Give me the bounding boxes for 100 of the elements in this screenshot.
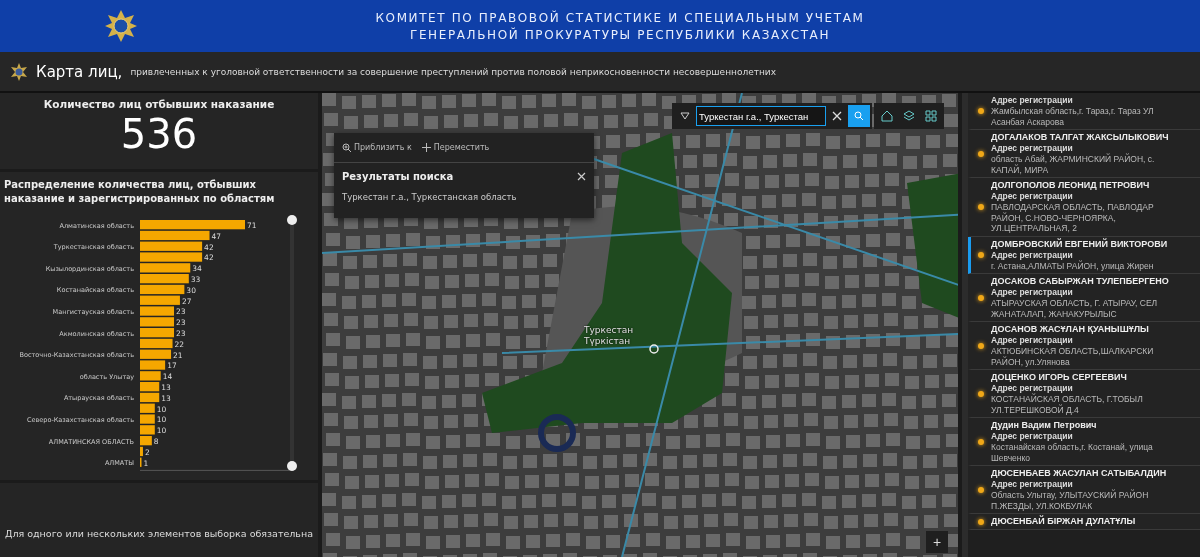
address-text: РАЙОН, С.НОВО-ЧЕРНОЯРКА, [991, 212, 1116, 223]
person-name: ДОСАКОВ САБЫРЖАН ТУЛЕПБЕРГЕНО [991, 276, 1169, 287]
search-result[interactable]: Туркестан г.а., Туркестанская область [334, 186, 594, 218]
zoom-in-button[interactable]: + [926, 531, 948, 553]
person-name: ДОСАНОВ ЖАСҰЛАН ҚУАНЫШҰЛЫ [991, 324, 1150, 335]
address-label: Адрес регистрации [991, 479, 1074, 489]
bar [140, 392, 160, 403]
bar [140, 382, 160, 392]
home-icon [881, 110, 893, 122]
bar [140, 371, 161, 381]
person-list-item[interactable]: ДОЛГОПОЛОВ ЛЕОНИД ПЕТРОВИЧ Адрес регистрации ПАВЛОДАРСКАЯ ОБЛАСТЬ, ПАВЛОДАР РАЙОН, С.НОВО-ЧЕРНОЯРКА, УЛ.ЦЕНТРАЛЬНАЯ, 2 [968, 178, 1200, 237]
map-label: Туркестан [584, 325, 634, 335]
popup-action[interactable]: Переместить [421, 143, 490, 152]
page-title: Карта лиц, [36, 62, 123, 81]
bar [140, 425, 155, 435]
address-text: Жамбылская область,г. Тараз,г. Тараз УЛ [991, 106, 1154, 117]
person-list-item[interactable]: ДОМБРОВСКИЙ ЕВГЕНИЙ ВИКТОРОВИ Адрес регистрации г. Астана,АЛМАТЫ РАЙОН, улица Жирен [968, 236, 1200, 274]
person-list-item[interactable]: Адрес регистрации Жамбылская область,г. Тараз,г. Тараз УЛ Асанбая Аскарова [968, 93, 1200, 130]
person-name: ДОЦЕНКО ИГОРЬ СЕРГЕЕВИЧ [991, 372, 1128, 383]
bar [140, 403, 155, 413]
marker-dot [978, 438, 984, 445]
search-icon [854, 111, 864, 121]
close-icon [832, 111, 842, 121]
address-text: ЖАНАТАЛАП, ЖАНАКУРЫЛЫС [991, 308, 1118, 319]
address-text: КАПАЙ, МИРА [991, 164, 1050, 175]
address-text: П.ЖЕЗДЫ, УЛ.КОКБУЛАК [991, 500, 1094, 511]
person-name: ДОМБРОВСКИЙ ЕВГЕНИЙ ВИКТОРОВИ [991, 238, 1168, 250]
caret-icon [680, 112, 690, 120]
header-title: КОМИТЕТ ПО ПРАВОВОЙ СТАТИСТИКЕ И СПЕЦИАЛЬНЫМ УЧЕТАМ [375, 10, 865, 25]
person-list-item[interactable]: ДОЦЕНКО ИГОРЬ СЕРГЕЕВИЧ Адрес регистрации КОСТАНАЙСКАЯ ОБЛАСТЬ, Г.ТОБЫЛ УЛ.ТЕРЕШКОВОЙ Д.4 [968, 370, 1200, 418]
address-text: Область Улытау, УЛЫТАУСКИЙ РАЙОН [991, 490, 1150, 501]
person-name: ДЮСЕНБАЕВ ЖАСУЛАН САТЫБАЛДИН [991, 468, 1167, 479]
marker-dot [978, 150, 984, 157]
location-marker-icon [649, 344, 659, 354]
person-name: ДОЛГОПОЛОВ ЛЕОНИД ПЕТРОВИЧ [991, 180, 1151, 191]
address-text: Асанбая Аскарова [991, 116, 1065, 127]
bar [140, 338, 173, 349]
address-text: УЛ.ЦЕНТРАЛЬНАЯ, 2 [991, 223, 1078, 234]
range-slider[interactable] [287, 215, 297, 471]
bar [140, 263, 191, 273]
bar [140, 284, 185, 295]
bar [140, 317, 174, 327]
marker-dot [978, 108, 984, 114]
address-text: ПАВЛОДАРСКАЯ ОБЛАСТЬ, ПАВЛОДАР [991, 202, 1154, 213]
map-drawing[interactable] [322, 93, 958, 557]
chart-title: Распределение количества лиц, отбывших наказание и зарегистрированных по областям [4, 178, 276, 206]
address-text: область Абай, ЖАРМИНСКИЙ РАЙОН, с. [991, 154, 1156, 164]
bar [140, 328, 174, 338]
address-text: Костанайская область,г. Костанай, улица [991, 442, 1153, 453]
marker-dot [978, 390, 984, 397]
popup-action[interactable]: Приблизить к [342, 143, 412, 152]
address-text: КОСТАНАЙСКАЯ ОБЛАСТЬ, Г.ТОБЫЛ [991, 394, 1143, 405]
person-list-item[interactable]: ДЮСЕНБАЙ БІРЖАН ДУЛАТҰЛЫ [968, 514, 1200, 530]
bar [140, 252, 203, 262]
marker-dot [978, 518, 984, 525]
zoom-in-icon [342, 143, 351, 152]
search-field[interactable]: Туркестан г.а., Туркестан [696, 106, 826, 126]
layers-icon [903, 110, 915, 122]
bar [140, 295, 180, 305]
emblem-icon [10, 62, 28, 81]
marker-dot [978, 486, 984, 493]
person-name: ДОГАЛАКОВ ТАЛГАТ ЖАКСЫЛЫКОВИЧ [991, 132, 1169, 143]
address-label: Адрес регистрации [991, 431, 1074, 442]
address-label: Адрес регистрации [991, 383, 1074, 394]
popup-title: Результаты поиска [342, 171, 454, 182]
marker-dot [978, 294, 984, 301]
move-icon [421, 143, 431, 152]
bar [140, 360, 166, 370]
person-list-item[interactable]: Дудин Вадим Петрович Адрес регистрации Костанайская область,г. Костанай, улица Шевченко [968, 418, 1200, 466]
person-list-item[interactable]: ДОСАНОВ ЖАСҰЛАН ҚУАНЫШҰЛЫ Адрес регистрации АКТЮБИНСКАЯ ОБЛАСТЬ,ШАЛКАРСКИ РАЙОН, ул.Улянова [968, 322, 1200, 370]
bar [140, 274, 189, 284]
bar [140, 414, 155, 424]
marker-dot [978, 251, 984, 258]
header-title: ГЕНЕРАЛЬНОЙ ПРОКУРАТУРЫ РЕСПУБЛИКИ КАЗАХСТАН [410, 27, 830, 42]
marker-dot [978, 203, 984, 210]
person-name: Дудин Вадим Петрович [991, 420, 1098, 431]
kpi-label: Количество лиц отбывших наказание [43, 98, 275, 110]
person-list-item[interactable]: ДОГАЛАКОВ ТАЛГАТ ЖАКСЫЛЫКОВИЧ Адрес регистрации область Абай, ЖАРМИНСКИЙ РАЙОН, с. КАПАЙ, МИРА [968, 130, 1200, 178]
address-label: Адрес регистрации [991, 191, 1074, 202]
address-text: РАЙОН, ул.Улянова [991, 356, 1071, 367]
address-label: Адрес регистрации [991, 249, 1074, 260]
page-description: привлеченных к уголовной ответственности за совершение преступлений против половой неприкосновенности несовершеннолетних [130, 66, 776, 77]
address-text: г. Астана,АЛМАТЫ РАЙОН, улица Жирен [991, 260, 1155, 271]
scrollbar[interactable] [962, 93, 968, 557]
map-label: Түркістан [584, 336, 631, 346]
person-name: ДЮСЕНБАЙ БІРЖАН ДУЛАТҰЛЫ [991, 516, 1136, 527]
address-label: Адрес регистрации [991, 143, 1074, 153]
address-text: Шевченко [991, 452, 1032, 463]
address-text: АКТЮБИНСКАЯ ОБЛАСТЬ,ШАЛКАРСКИ [991, 346, 1154, 356]
bar [140, 349, 172, 359]
person-list-item[interactable]: ДЮСЕНБАЕВ ЖАСУЛАН САТЫБАЛДИН Адрес регистрации Область Улытау, УЛЫТАУСКИЙ РАЙОН П.ЖЕЗДЫ, УЛ.КОКБУЛАК [968, 466, 1200, 514]
grid-icon [925, 110, 937, 122]
person-list-item[interactable]: ДОСАКОВ САБЫРЖАН ТУЛЕПБЕРГЕНО Адрес регистрации АТЫРАУСКАЯ ОБЛАСТЬ, Г. АТЫРАУ, СЕЛ ЖАНАТАЛАП, ЖАНАКУРЫЛЫС [968, 274, 1200, 322]
bar [140, 306, 174, 316]
address-label: Адрес регистрации [991, 335, 1074, 346]
bar [140, 241, 203, 251]
close-icon[interactable] [577, 172, 586, 181]
address-label: Адрес регистрации [991, 95, 1074, 106]
marker-dot [978, 342, 984, 349]
address-text: УЛ.ТЕРЕШКОВОЙ Д.4 [991, 404, 1079, 415]
